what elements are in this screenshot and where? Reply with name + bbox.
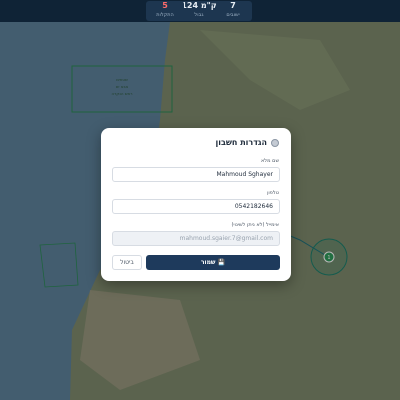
cancel-button[interactable]: ביטול bbox=[112, 255, 142, 270]
fullname-input[interactable]: Mahmoud Sghayer bbox=[112, 167, 280, 182]
stat-value: 124 ק"מ bbox=[181, 1, 217, 10]
fullname-label: שם מלא bbox=[260, 158, 279, 164]
gear-icon bbox=[271, 138, 279, 147]
stat-label: גבול bbox=[194, 12, 204, 18]
top-stats-bar: 7 ישובים 124 ק"מ גבול 5 התקלות bbox=[0, 0, 400, 22]
stat-border: 124 ק"מ גבול bbox=[178, 1, 220, 21]
save-icon: 💾 bbox=[215, 259, 226, 266]
modal-title-text: הגדרות חשבון bbox=[215, 138, 267, 147]
modal-title: הגדרות חשבון bbox=[215, 138, 279, 147]
save-label: שמור bbox=[200, 259, 216, 266]
stat-incidents: 5 התקלות bbox=[146, 1, 184, 21]
email-input: mahmoud.sgaier.7@gmail.com bbox=[112, 231, 280, 246]
save-button[interactable]: 💾 שמור bbox=[146, 255, 280, 270]
email-label: אימייל (לא ניתן לשינוי) bbox=[231, 222, 279, 228]
account-settings-modal: הגדרות חשבון שם מלא Mahmoud Sghayer טלפו… bbox=[101, 128, 291, 281]
stat-value: 5 bbox=[162, 1, 168, 10]
phone-input[interactable]: 0542182646 bbox=[112, 199, 280, 214]
stat-label: התקלות bbox=[156, 12, 174, 18]
phone-label: טלפון bbox=[267, 190, 279, 196]
